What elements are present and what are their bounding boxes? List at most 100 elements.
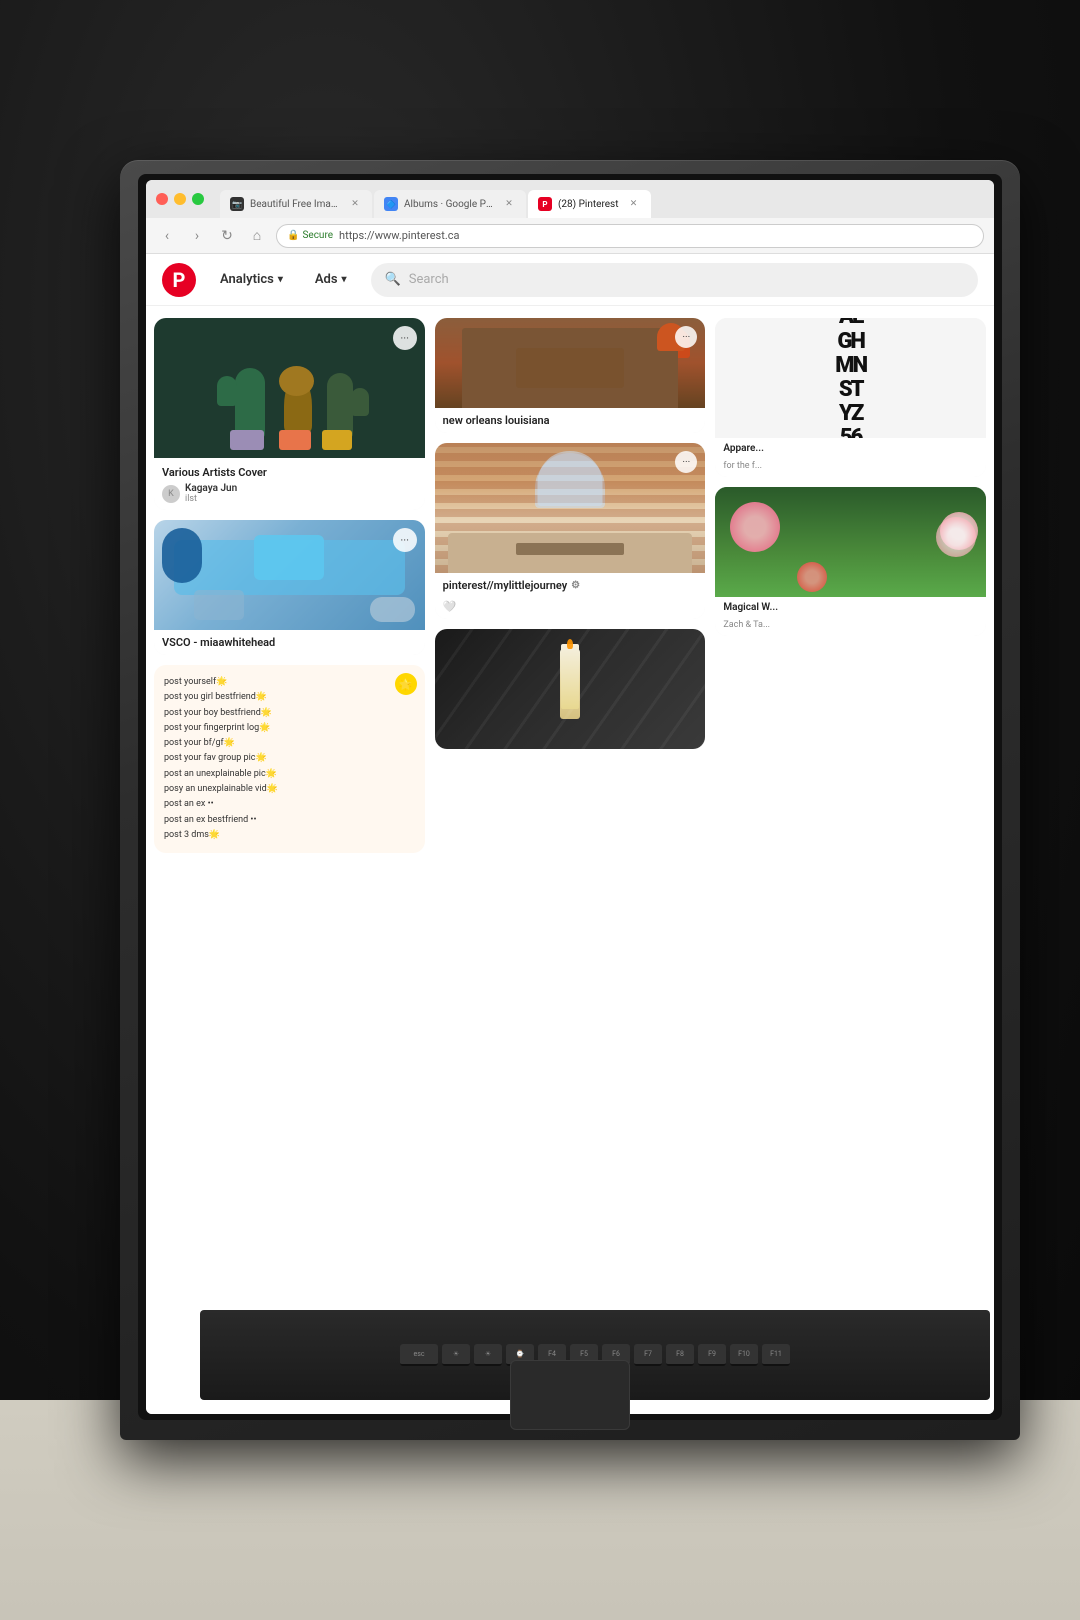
key-f1[interactable]: ☀	[442, 1344, 470, 1366]
analytics-label: Analytics	[220, 272, 274, 287]
home-button[interactable]: ⌂	[246, 225, 268, 247]
screen-bezel: 📷 Beautiful Free Images & Pictur... ✕ 🔷 …	[138, 174, 1002, 1420]
pin-card-post-list[interactable]: post yourself🌟 post you girl bestfriend🌟…	[154, 665, 425, 853]
pinterest-nav: P Analytics ▾ Ads ▾ 🔍 Search	[146, 254, 994, 306]
tab-google-photos-label: Albums · Google Photos	[404, 199, 494, 210]
tab-unsplash-close[interactable]: ✕	[348, 197, 362, 211]
pin-card-typography[interactable]: AEGHMNSTYZ56 Appare... for the f...	[715, 318, 986, 477]
search-placeholder: Search	[409, 272, 449, 287]
interior-title-text: pinterest//mylittlejourney	[443, 579, 568, 592]
pinterest-logo-text: P	[173, 268, 186, 292]
lock-icon: 🔒	[287, 230, 299, 241]
tab-unsplash[interactable]: 📷 Beautiful Free Images & Pictur... ✕	[220, 190, 372, 218]
tab-pinterest-label: (28) Pinterest	[558, 199, 619, 210]
plant-1	[235, 368, 265, 438]
forward-button[interactable]: ›	[186, 225, 208, 247]
close-button[interactable]	[156, 193, 168, 205]
pin-image-candle	[435, 629, 706, 749]
refresh-button[interactable]: ↻	[216, 225, 238, 247]
pin-card-garden[interactable]: Magical W... Zach & Ta...	[715, 487, 986, 636]
search-box[interactable]: 🔍 Search	[371, 263, 978, 297]
url-bar[interactable]: 🔒 Secure https://www.pinterest.ca	[276, 224, 984, 248]
typography-subtitle: for the f...	[723, 461, 762, 471]
ads-label: Ads	[315, 272, 338, 287]
maximize-button[interactable]	[192, 193, 204, 205]
pin-column-1: Various Artists Cover K Kagaya Jun ilst …	[154, 318, 425, 853]
ads-chevron-icon: ▾	[342, 274, 347, 285]
google-photos-favicon: 🔷	[384, 197, 398, 211]
ads-nav-item[interactable]: Ads ▾	[307, 266, 355, 293]
plant-3-pot	[322, 430, 352, 450]
pin-title-various-artists: Various Artists Cover	[162, 466, 417, 479]
pin-card-vsco[interactable]: VSCO - miaawhitehead ···	[154, 520, 425, 655]
secure-badge: 🔒 Secure	[287, 230, 333, 241]
plant-1-pot	[230, 430, 264, 450]
analytics-nav-item[interactable]: Analytics ▾	[212, 266, 291, 293]
pin-label-new-orleans: new orleans louisiana	[435, 408, 706, 433]
pin-card-candle[interactable]	[435, 629, 706, 749]
tab-pinterest[interactable]: P (28) Pinterest ✕	[528, 190, 651, 218]
plant-3	[327, 373, 353, 438]
pinterest-favicon: P	[538, 197, 552, 211]
back-button[interactable]: ‹	[156, 225, 178, 247]
window-controls	[156, 193, 204, 205]
user-name: Kagaya Jun ilst	[185, 483, 237, 504]
pin-more-vsco[interactable]: ···	[393, 528, 417, 552]
pin-image-typography: AEGHMNSTYZ56	[715, 318, 986, 438]
key-esc[interactable]: esc	[400, 1344, 438, 1366]
key-f7[interactable]: F7	[634, 1344, 662, 1366]
plant-2-pot	[279, 430, 311, 450]
pin-image-vsco	[154, 520, 425, 630]
tab-google-photos[interactable]: 🔷 Albums · Google Photos ✕	[374, 190, 526, 218]
typography-text: AEGHMNSTYZ56	[835, 318, 866, 438]
minimize-button[interactable]	[174, 193, 186, 205]
user-avatar-kagaya: K	[162, 485, 180, 503]
pin-sub-garden: Zach & Ta...	[715, 618, 986, 636]
key-f9[interactable]: F9	[698, 1344, 726, 1366]
pinterest-app: P Analytics ▾ Ads ▾ 🔍 Search	[146, 254, 994, 1414]
pin-image-interior	[435, 443, 706, 573]
pin-card-various-artists[interactable]: Various Artists Cover K Kagaya Jun ilst …	[154, 318, 425, 510]
browser-window: 📷 Beautiful Free Images & Pictur... ✕ 🔷 …	[146, 180, 994, 1414]
pin-column-2: new orleans louisiana ···	[435, 318, 706, 749]
pin-card-new-orleans[interactable]: new orleans louisiana ···	[435, 318, 706, 433]
tab-google-photos-close[interactable]: ✕	[502, 197, 516, 211]
garden-title: Magical W...	[723, 602, 778, 613]
pin-label-typography: Appare...	[715, 438, 986, 459]
user-name-text: Kagaya Jun	[185, 483, 237, 494]
heart-icon: 🤍	[443, 600, 457, 613]
search-icon: 🔍	[385, 272, 401, 287]
analytics-chevron-icon: ▾	[278, 274, 283, 285]
pin-label-interior: pinterest//mylittlejourney ⚙	[435, 573, 706, 598]
typography-title: Appare...	[723, 443, 764, 454]
post-list-badge: 🌟	[395, 673, 417, 695]
key-f2[interactable]: ☀	[474, 1344, 502, 1366]
tabs-bar: 📷 Beautiful Free Images & Pictur... ✕ 🔷 …	[220, 180, 651, 218]
user-sub-text: ilst	[185, 494, 237, 504]
key-f11[interactable]: F11	[762, 1344, 790, 1366]
garden-subtitle: Zach & Ta...	[723, 620, 770, 630]
pin-label-vsco: VSCO - miaawhitehead	[154, 630, 425, 655]
pin-image-plants	[154, 318, 425, 458]
pin-info-various-artists: Various Artists Cover K Kagaya Jun ilst	[154, 458, 425, 510]
pin-card-interior[interactable]: pinterest//mylittlejourney ⚙ 🤍 ···	[435, 443, 706, 619]
unsplash-favicon: 📷	[230, 197, 244, 211]
pin-user-various-artists: K Kagaya Jun ilst	[162, 483, 417, 504]
url-text: https://www.pinterest.ca	[339, 229, 459, 242]
pinterest-logo[interactable]: P	[162, 263, 196, 297]
key-f8[interactable]: F8	[666, 1344, 694, 1366]
tab-pinterest-close[interactable]: ✕	[627, 197, 641, 211]
pin-sub-interior: 🤍	[435, 598, 706, 619]
settings-icon: ⚙	[571, 580, 580, 591]
title-bar: 📷 Beautiful Free Images & Pictur... ✕ 🔷 …	[146, 180, 994, 218]
key-f10[interactable]: F10	[730, 1344, 758, 1366]
laptop-body: 📷 Beautiful Free Images & Pictur... ✕ 🔷 …	[120, 160, 1020, 1440]
address-bar: ‹ › ↻ ⌂ 🔒 Secure https://www.pinterest.c…	[146, 218, 994, 254]
pin-sub-typography: for the f...	[715, 459, 986, 477]
pinterest-content: Various Artists Cover K Kagaya Jun ilst …	[146, 306, 994, 1414]
pin-label-garden: Magical W...	[715, 597, 986, 618]
laptop-trackpad[interactable]	[510, 1360, 630, 1430]
plant-2	[284, 376, 312, 436]
pin-image-post-list: post yourself🌟 post you girl bestfriend🌟…	[154, 665, 425, 853]
pin-more-various-artists[interactable]: ···	[393, 326, 417, 350]
